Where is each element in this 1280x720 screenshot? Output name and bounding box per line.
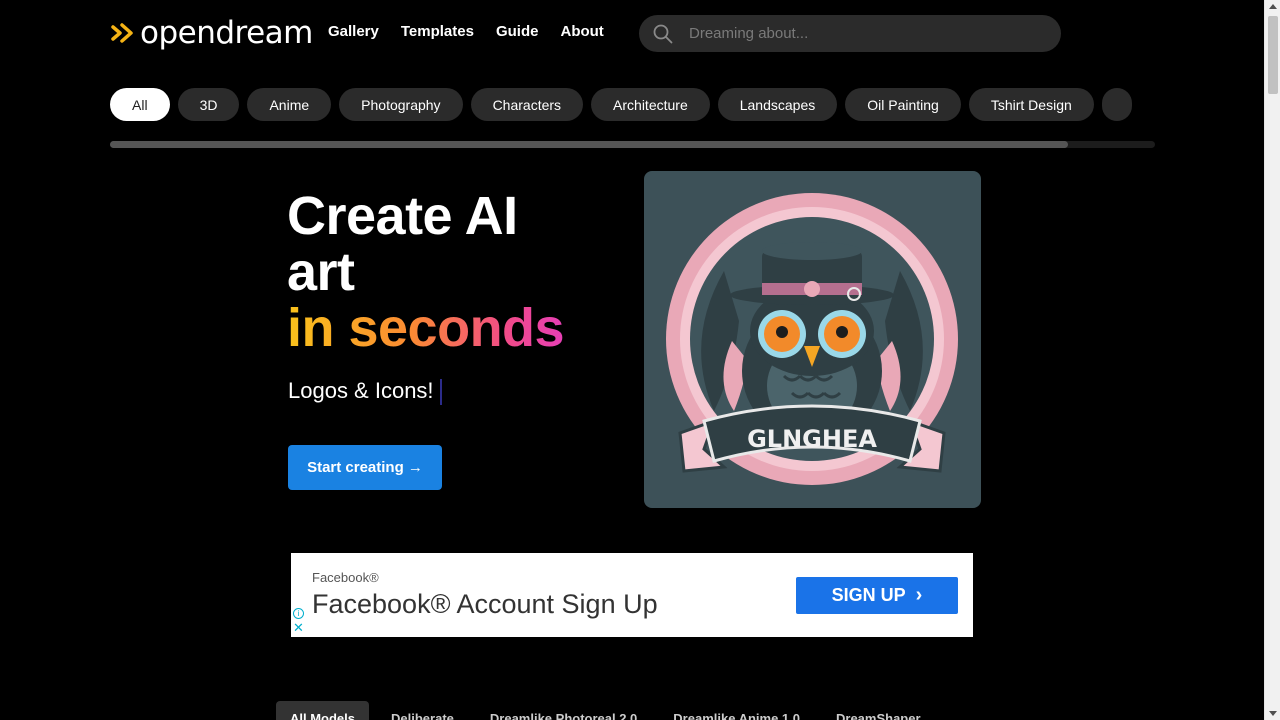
search-icon [653, 24, 673, 43]
ad-info-icon[interactable]: i [293, 608, 304, 619]
nav-gallery[interactable]: Gallery [328, 23, 379, 40]
chip-oil-painting[interactable]: Oil Painting [845, 88, 961, 121]
search-bar[interactable] [639, 15, 1061, 52]
site-logo[interactable]: opendream [110, 14, 313, 52]
page-scrollbar[interactable] [1264, 0, 1280, 720]
nav-about[interactable]: About [560, 23, 603, 40]
scroll-down-arrow-icon[interactable] [1269, 711, 1277, 716]
hero-title-gradient: in seconds [287, 298, 565, 358]
ad-sign-up-button[interactable]: SIGN UP › [796, 577, 958, 614]
search-input[interactable] [689, 25, 1029, 42]
main-nav: Gallery Templates Guide About [328, 23, 604, 40]
hero-title-line-1: Create AI [287, 186, 518, 246]
chip-anime[interactable]: Anime [247, 88, 332, 121]
category-scroll-track[interactable] [110, 141, 1155, 148]
tab-dreamshaper[interactable]: DreamShaper [822, 701, 935, 720]
start-creating-button[interactable]: Start creating → [288, 445, 442, 490]
tab-all-models[interactable]: All Models [276, 701, 370, 720]
category-scroll-thumb[interactable] [110, 141, 1069, 148]
chip-architecture[interactable]: Architecture [591, 88, 710, 121]
nav-guide[interactable]: Guide [496, 23, 539, 40]
ad-sign-up-label: SIGN UP [831, 585, 906, 605]
hero-example-image[interactable]: GLNGHEA [644, 171, 981, 508]
nav-templates[interactable]: Templates [401, 23, 474, 40]
chip-characters[interactable]: Characters [470, 88, 584, 121]
ad-title[interactable]: Facebook® Account Sign Up [312, 589, 658, 620]
tab-dreamlike-photoreal[interactable]: Dreamlike Photoreal 2.0 [476, 701, 651, 720]
chip-landscapes[interactable]: Landscapes [717, 88, 838, 121]
hero-subtitle: Logos & Icons! [288, 378, 442, 406]
hero-typed-text: Logos & Icons! [288, 378, 434, 403]
model-tabs: All Models Deliberate Dreamlike Photorea… [276, 701, 935, 720]
opendream-logo-icon [111, 23, 133, 43]
ad-brand: Facebook® [312, 570, 379, 585]
tab-deliberate[interactable]: Deliberate [377, 701, 468, 720]
chip-photography[interactable]: Photography [339, 88, 463, 121]
chip-3d[interactable]: 3D [177, 88, 240, 121]
ad-close-icon[interactable]: ✕ [293, 621, 304, 634]
advertisement-banner[interactable]: Facebook® Facebook® Account Sign Up SIGN… [291, 553, 973, 637]
owl-logo-text: GLNGHEA [747, 425, 877, 453]
hero-title-line-2: art [287, 242, 355, 302]
chip-tshirt-design[interactable]: Tshirt Design [968, 88, 1094, 121]
owl-logo-illustration: GLNGHEA [666, 193, 958, 485]
chip-all[interactable]: All [110, 88, 170, 121]
scroll-up-arrow-icon[interactable] [1269, 4, 1277, 9]
chip-next-partial[interactable] [1101, 88, 1132, 121]
typing-caret [439, 379, 442, 406]
tab-dreamlike-anime[interactable]: Dreamlike Anime 1.0 [659, 701, 814, 720]
chevron-right-icon: › [915, 584, 923, 606]
scroll-thumb[interactable] [1268, 16, 1278, 94]
hero-title: Create AI art in seconds [287, 186, 565, 358]
logo-text: opendream [140, 15, 313, 51]
category-chips: All 3D Anime Photography Characters Arch… [110, 88, 1155, 122]
